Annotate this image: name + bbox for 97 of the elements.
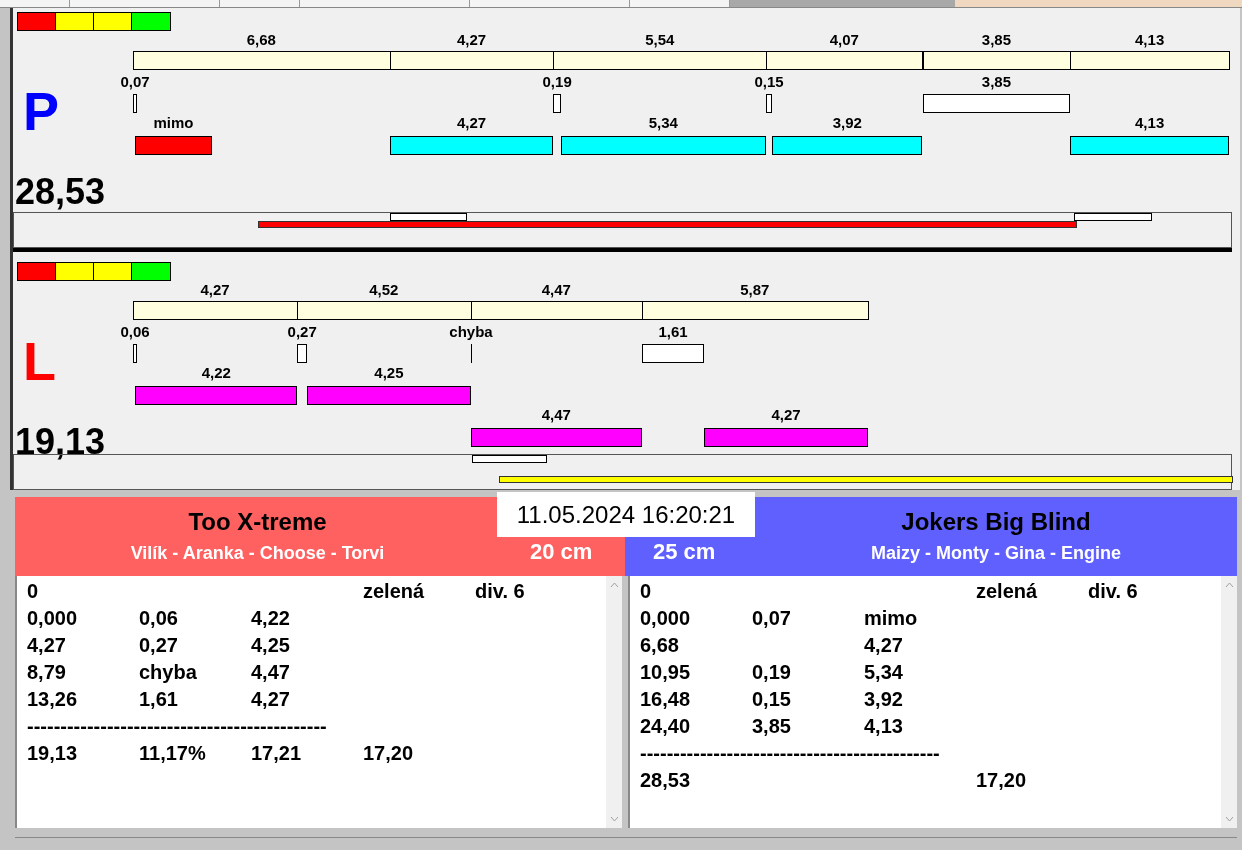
team-name: Jokers Big Blind [901,508,1091,536]
run-label: 4,22 [200,364,232,382]
result-value: 0,19 [752,661,791,683]
result-value: 17,20 [976,769,1027,791]
fault-marker [470,344,472,363]
gap-marker [553,94,561,113]
segment-length: 4,13 [1134,31,1166,49]
segment-length: 6,68 [245,31,277,49]
segment-length: 5,87 [739,281,771,299]
team-distance: 20 cm [529,538,593,566]
tab[interactable] [220,0,300,7]
segment-length: 4,52 [368,281,400,299]
lane-letter: L [23,334,56,388]
gap-label: 1,61 [658,323,688,341]
segment-length: 4,07 [828,31,860,49]
tab[interactable] [630,0,730,7]
result-value: 28,53 [640,769,691,791]
date-time: 11.05.2024 16:20:21 [497,492,755,537]
lane-letter: P [23,84,60,138]
result-value: zelená [976,580,1038,602]
segment-length: 3,85 [980,31,1012,49]
result-value: 5,34 [864,661,903,683]
gap-label: 0,19 [542,73,572,91]
gap-marker [296,344,308,363]
result-value: 24,40 [640,715,691,737]
scroll-down-icon[interactable] [1224,816,1234,822]
run-label: 4,47 [540,406,572,424]
result-value: 4,27 [27,634,66,656]
result-value: 4,47 [251,661,290,683]
result-value: 16,48 [640,688,691,710]
result-value: 4,25 [251,634,290,656]
result-value: 10,95 [640,661,691,683]
run-label: 4,25 [373,364,405,382]
gap-label: chyba [449,323,493,341]
result-value: 0 [27,580,39,602]
result-value: 4,22 [251,607,290,629]
segment-length: 4,47 [540,281,572,299]
gap-label: 0,27 [287,323,317,341]
segment-length: 5,54 [644,31,676,49]
gap-marker [133,94,137,113]
result-value: chyba [139,661,197,683]
separator-text: --------------------------------------------- [640,741,940,766]
run-label: mimo [152,114,195,132]
result-value: 3,92 [864,688,903,710]
result-value: zelená [363,580,425,602]
result-value: 4,13 [864,715,903,737]
result-value: 6,68 [640,634,679,656]
result-value: 0,000 [27,607,78,629]
total-value: 28,53 [15,174,106,210]
tab[interactable] [70,0,220,7]
gap-marker [133,344,137,363]
result-value: 0,06 [139,607,178,629]
scroll-down-icon[interactable] [609,816,619,822]
total-value: 19,13 [15,424,106,460]
gap-marker [642,344,704,363]
scroll-up-icon[interactable] [1224,582,1234,588]
result-value: 8,79 [27,661,66,683]
gap-label: 0,15 [754,73,784,91]
result-value: 0,07 [752,607,791,629]
result-value: 17,20 [363,742,414,764]
result-value: 11,17% [139,742,206,764]
run-label: 3,92 [831,114,863,132]
scroll-up-icon[interactable] [609,582,619,588]
scrollbar[interactable] [606,576,622,828]
run-label: 4,27 [455,114,488,132]
result-value: 0,000 [640,607,691,629]
run-label: 4,13 [1134,114,1166,132]
tab[interactable] [0,0,70,7]
run-label: 5,34 [647,114,679,132]
result-value: 17,21 [251,742,302,764]
separator-text: --------------------------------------------- [27,714,327,739]
team-distance: 25 cm [652,538,717,566]
segment-length: 4,27 [199,281,231,299]
gap-label: 3,85 [981,73,1011,91]
team-players: Maizy - Monty - Gina - Engine [871,542,1121,564]
scrollbar[interactable] [1221,576,1237,828]
result-value: 13,26 [27,688,78,710]
result-value: 1,61 [139,688,178,710]
gap-label: 0,06 [120,323,150,341]
result-value: div. 6 [1088,580,1138,602]
result-value: 4,27 [251,688,290,710]
result-value: mimo [864,607,918,629]
team-name: Too X-treme [188,508,327,536]
result-value: 3,85 [752,715,791,737]
result-value: div. 6 [475,580,525,602]
result-value: 4,27 [864,634,903,656]
result-value: 0 [640,580,652,602]
segment-length: 4,27 [455,31,488,49]
result-value: 19,13 [27,742,78,764]
gap-marker [766,94,772,113]
tab[interactable] [300,0,470,7]
result-value: 0,15 [752,688,791,710]
run-label: 4,27 [770,406,802,424]
team-players: Vilík - Aranka - Choose - Torvi [130,542,385,564]
result-value: 0,27 [139,634,178,656]
gap-label: 0,07 [120,73,150,91]
tab[interactable] [470,0,630,7]
